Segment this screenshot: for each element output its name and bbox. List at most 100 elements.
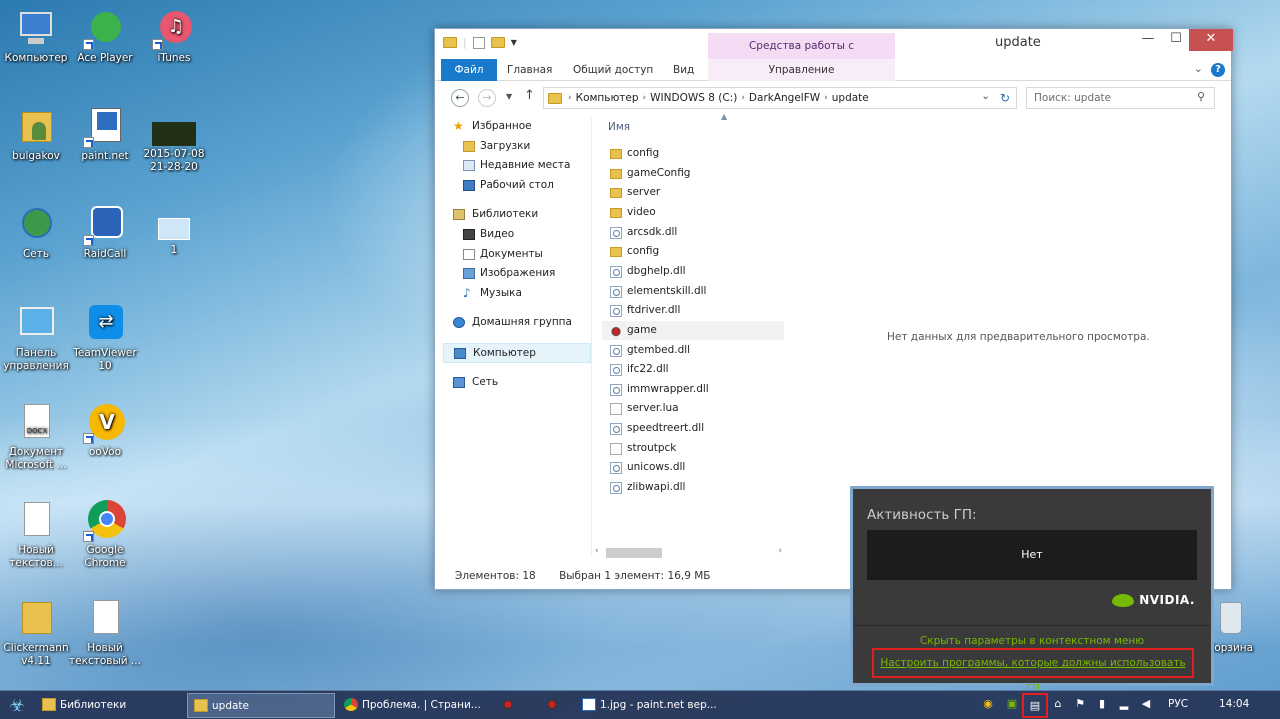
desktop-icon-oovoo[interactable]: V ooVoo — [69, 402, 141, 459]
desktop-icon-computer[interactable]: Компьютер — [0, 8, 72, 65]
tab-file[interactable]: Файл — [441, 59, 497, 81]
file-row[interactable]: video — [602, 203, 784, 223]
desktop-icon-screenshot[interactable]: 2015-07-08 21-28-20 — [138, 118, 210, 174]
breadcrumb-separator-icon[interactable]: › — [741, 93, 745, 103]
taskbar-item-game-1[interactable] — [486, 693, 530, 718]
nav-homegroup[interactable]: Домашняя группа — [443, 313, 591, 333]
desktop-icon-control-panel[interactable]: Панель управления — [0, 303, 72, 373]
column-header-name[interactable]: Имя — [608, 121, 630, 133]
file-row[interactable]: config — [602, 144, 784, 164]
file-row[interactable]: unicows.dll — [602, 458, 784, 478]
file-row[interactable]: server.lua — [602, 399, 784, 419]
desktop-icon-network[interactable]: Сеть — [0, 204, 72, 261]
tab-home[interactable]: Главная — [497, 59, 562, 81]
nav-favorites[interactable]: ★ Избранное — [443, 117, 591, 137]
tab-manage[interactable]: Управление — [708, 59, 895, 81]
new-folder-icon[interactable] — [490, 37, 505, 48]
taskbar-item-game-2[interactable] — [530, 693, 574, 718]
forward-button[interactable]: → — [478, 89, 496, 107]
gpu-activity-tray-icon[interactable]: ▤ — [1022, 693, 1048, 718]
nav-desktop[interactable]: Рабочий стол — [443, 176, 591, 196]
breadcrumb-item[interactable]: DarkAngelFW — [749, 92, 820, 104]
hide-context-menu-link[interactable]: Скрыть параметры в контекстном меню — [853, 635, 1211, 647]
desktop-icon-ace-player[interactable]: Ace Player — [69, 8, 141, 65]
recent-locations-icon[interactable]: ▼ — [506, 92, 512, 101]
close-button[interactable]: ✕ — [1189, 29, 1233, 51]
help-icon[interactable]: ? — [1211, 63, 1225, 77]
nav-music[interactable]: ♪ Музыка — [443, 284, 591, 304]
up-arrow-icon[interactable]: ↑ — [524, 88, 535, 103]
nav-computer[interactable]: Компьютер — [443, 342, 591, 363]
flag-tray-icon[interactable]: ⚑ — [1072, 696, 1088, 712]
file-row[interactable]: dbghelp.dll — [602, 262, 784, 282]
nav-documents[interactable]: Документы — [443, 245, 591, 265]
horizontal-scrollbar[interactable]: ‹ › — [594, 546, 784, 560]
taskbar-item-update[interactable]: update — [187, 693, 335, 718]
pane-splitter[interactable] — [591, 117, 592, 557]
input-language[interactable]: РУС — [1168, 698, 1188, 710]
nav-libraries[interactable]: Библиотеки — [443, 205, 591, 225]
file-row[interactable]: gameConfig — [602, 164, 784, 184]
chevron-down-icon[interactable]: ⌄ — [1194, 62, 1203, 75]
file-row[interactable]: ftdriver.dll — [602, 301, 784, 321]
file-row[interactable]: speedtreert.dll — [602, 419, 784, 439]
file-row[interactable]: arcsdk.dll — [602, 223, 784, 243]
breadcrumb-separator-icon[interactable]: › — [824, 93, 828, 103]
file-row[interactable]: ifc22.dll — [602, 360, 784, 380]
desktop-icon-clickermann[interactable]: Clickermann v4.11 — [0, 598, 72, 668]
refresh-icon[interactable]: ↻ — [1000, 91, 1010, 105]
tab-view[interactable]: Вид — [663, 59, 704, 81]
taskbar-item-chrome[interactable]: Проблема. | Страни... — [338, 693, 480, 718]
file-row[interactable]: elementskill.dll — [602, 282, 784, 302]
configure-gpu-programs-link[interactable]: Настроить программы, которые должны испо… — [872, 648, 1194, 695]
scroll-left-icon[interactable]: ‹ — [595, 546, 599, 556]
desktop-icon-1[interactable]: 1 — [138, 214, 210, 257]
maximize-button[interactable]: ☐ — [1161, 29, 1191, 51]
scrollbar-thumb[interactable] — [606, 548, 662, 558]
nvidia-tray-icon[interactable]: ▣ — [1004, 696, 1020, 712]
chrome-tray-icon[interactable]: ◉ — [980, 696, 996, 712]
desktop-icon-document[interactable]: DOCX Документ Microsoft ... — [0, 402, 72, 472]
file-row[interactable]: config — [602, 242, 784, 262]
file-row[interactable]: immwrapper.dll — [602, 380, 784, 400]
file-row[interactable]: zlibwapi.dll — [602, 478, 784, 498]
file-row[interactable]: game — [602, 320, 784, 341]
desktop-icon-chrome[interactable]: Google Chrome — [69, 500, 141, 570]
minimize-button[interactable]: — — [1133, 29, 1163, 51]
desktop-icon-paintnet[interactable]: paint.net — [69, 106, 141, 163]
breadcrumb-separator-icon[interactable]: › — [643, 93, 647, 103]
volume-icon[interactable]: ◀ — [1138, 696, 1154, 712]
desktop-icon-raidcall[interactable]: RaidCall — [69, 204, 141, 261]
back-button[interactable]: ← — [451, 89, 469, 107]
desktop-icon-text-1[interactable]: Новый текстов... — [0, 500, 72, 570]
scroll-right-icon[interactable]: › — [778, 546, 782, 556]
address-bar[interactable]: › Компьютер › WINDOWS 8 (C:) › DarkAngel… — [543, 87, 1017, 109]
nav-images[interactable]: Изображения — [443, 264, 591, 284]
battery-tray-icon[interactable]: ▮ — [1094, 696, 1110, 712]
search-input[interactable]: Поиск: update — [1026, 87, 1215, 109]
clock[interactable]: 14:04 — [1219, 698, 1249, 710]
breadcrumb-item[interactable]: WINDOWS 8 (C:) — [650, 92, 737, 104]
nav-downloads[interactable]: Загрузки — [443, 137, 591, 157]
nav-video[interactable]: Видео — [443, 225, 591, 245]
breadcrumb-item[interactable]: Компьютер — [576, 92, 639, 104]
file-row[interactable]: server — [602, 183, 784, 203]
desktop-icon-bulgakov[interactable]: bulgakov — [0, 106, 72, 163]
nav-recent[interactable]: Недавние места — [443, 156, 591, 176]
breadcrumb-item[interactable]: update — [832, 92, 869, 104]
network-adapter-tray-icon[interactable]: ⌂ — [1050, 696, 1066, 712]
start-button-icon[interactable]: ☣ — [6, 695, 28, 717]
properties-icon[interactable] — [472, 36, 485, 49]
dropdown-arrow-icon[interactable]: ▼ — [511, 38, 517, 47]
taskbar-item-libraries[interactable]: Библиотеки — [36, 693, 186, 718]
file-row[interactable]: stroutpck — [602, 439, 784, 459]
search-icon[interactable]: ⚲ — [1197, 90, 1205, 103]
wifi-signal-icon[interactable]: ▂ — [1116, 696, 1132, 712]
nav-network[interactable]: Сеть — [443, 373, 591, 393]
address-dropdown-icon[interactable]: ⌄ — [981, 90, 990, 102]
tab-share[interactable]: Общий доступ — [563, 59, 663, 81]
file-row[interactable]: gtembed.dll — [602, 341, 784, 361]
breadcrumb-separator-icon[interactable]: › — [568, 93, 572, 103]
desktop-icon-teamviewer[interactable]: ⇄ TeamViewer 10 — [69, 303, 141, 373]
desktop-icon-itunes[interactable]: ♫ iTunes — [138, 8, 210, 65]
